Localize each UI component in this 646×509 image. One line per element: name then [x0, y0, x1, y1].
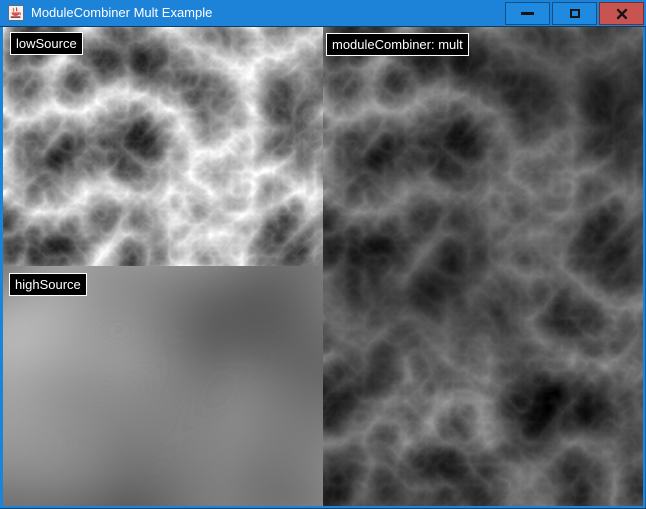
panel-module-combiner: moduleCombiner: mult	[323, 27, 643, 506]
panel-high-source: highSource	[3, 266, 323, 506]
module-combiner-noise-image	[323, 27, 643, 506]
window-controls	[505, 2, 644, 25]
low-source-noise-image	[3, 27, 323, 266]
app-window: ModuleCombiner Mult Example lowSou	[0, 0, 646, 509]
window-title: ModuleCombiner Mult Example	[31, 0, 212, 26]
maximize-icon	[570, 9, 580, 18]
high-source-label: highSource	[9, 273, 87, 296]
module-combiner-label: moduleCombiner: mult	[326, 33, 469, 56]
titlebar[interactable]: ModuleCombiner Mult Example	[0, 0, 646, 27]
panel-low-source: lowSource	[3, 27, 323, 266]
maximize-button[interactable]	[552, 2, 597, 25]
canvas-area: lowSource highSource moduleCombiner: mul…	[3, 27, 643, 506]
minimize-icon	[521, 12, 534, 15]
close-button[interactable]	[599, 2, 644, 25]
low-source-label: lowSource	[10, 32, 83, 55]
minimize-button[interactable]	[505, 2, 550, 25]
close-icon	[616, 8, 628, 20]
high-source-noise-image	[3, 266, 323, 506]
java-coffee-cup-icon	[8, 5, 24, 21]
